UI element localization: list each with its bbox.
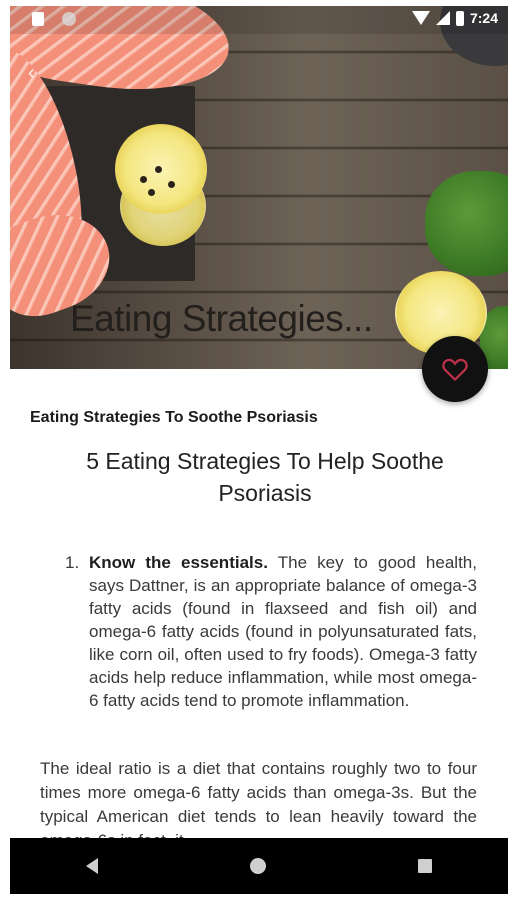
home-icon[interactable] <box>250 858 266 874</box>
list-item-heading: Know the essentials. <box>89 553 268 572</box>
app-screen: 7:24 ‹ Eating Strategies... Eating Strat… <box>10 6 508 894</box>
hero-image: 7:24 ‹ Eating Strategies... <box>10 6 508 369</box>
back-icon[interactable] <box>86 858 98 874</box>
peppercorn-graphic <box>155 166 162 173</box>
article-headline: 5 Eating Strategies To Help Soothe Psori… <box>86 448 444 506</box>
sim-icon <box>32 12 44 26</box>
kale-graphic <box>425 171 508 276</box>
status-icons: 7:24 <box>411 10 498 26</box>
status-time: 7:24 <box>469 10 498 26</box>
peppercorn-graphic <box>168 181 175 188</box>
recents-icon[interactable] <box>418 859 432 873</box>
battery-icon <box>455 10 464 26</box>
system-nav-bar <box>10 838 508 894</box>
article-list: 1. Know the essentials. The key to good … <box>65 551 477 712</box>
notification-icon <box>62 12 76 26</box>
article-content: Eating Strategies To Soothe Psoriasis 5 … <box>10 369 508 850</box>
heart-outline-icon <box>442 358 468 381</box>
list-item-number: 1. <box>65 553 80 572</box>
wifi-icon <box>411 11 430 25</box>
signal-icon <box>435 11 450 25</box>
article-title: Eating Strategies To Soothe Psoriasis <box>30 409 318 426</box>
back-arrow-icon[interactable]: ‹ <box>28 62 35 85</box>
list-item: 1. Know the essentials. The key to good … <box>65 551 477 712</box>
list-item-text: The key to good health, says Dattner, is… <box>89 553 477 710</box>
favorite-button[interactable] <box>422 336 488 402</box>
collapsing-toolbar-title: Eating Strategies... <box>70 298 373 339</box>
peppercorn-graphic <box>140 176 147 183</box>
status-bar: 7:24 <box>10 6 508 34</box>
peppercorn-graphic <box>148 189 155 196</box>
